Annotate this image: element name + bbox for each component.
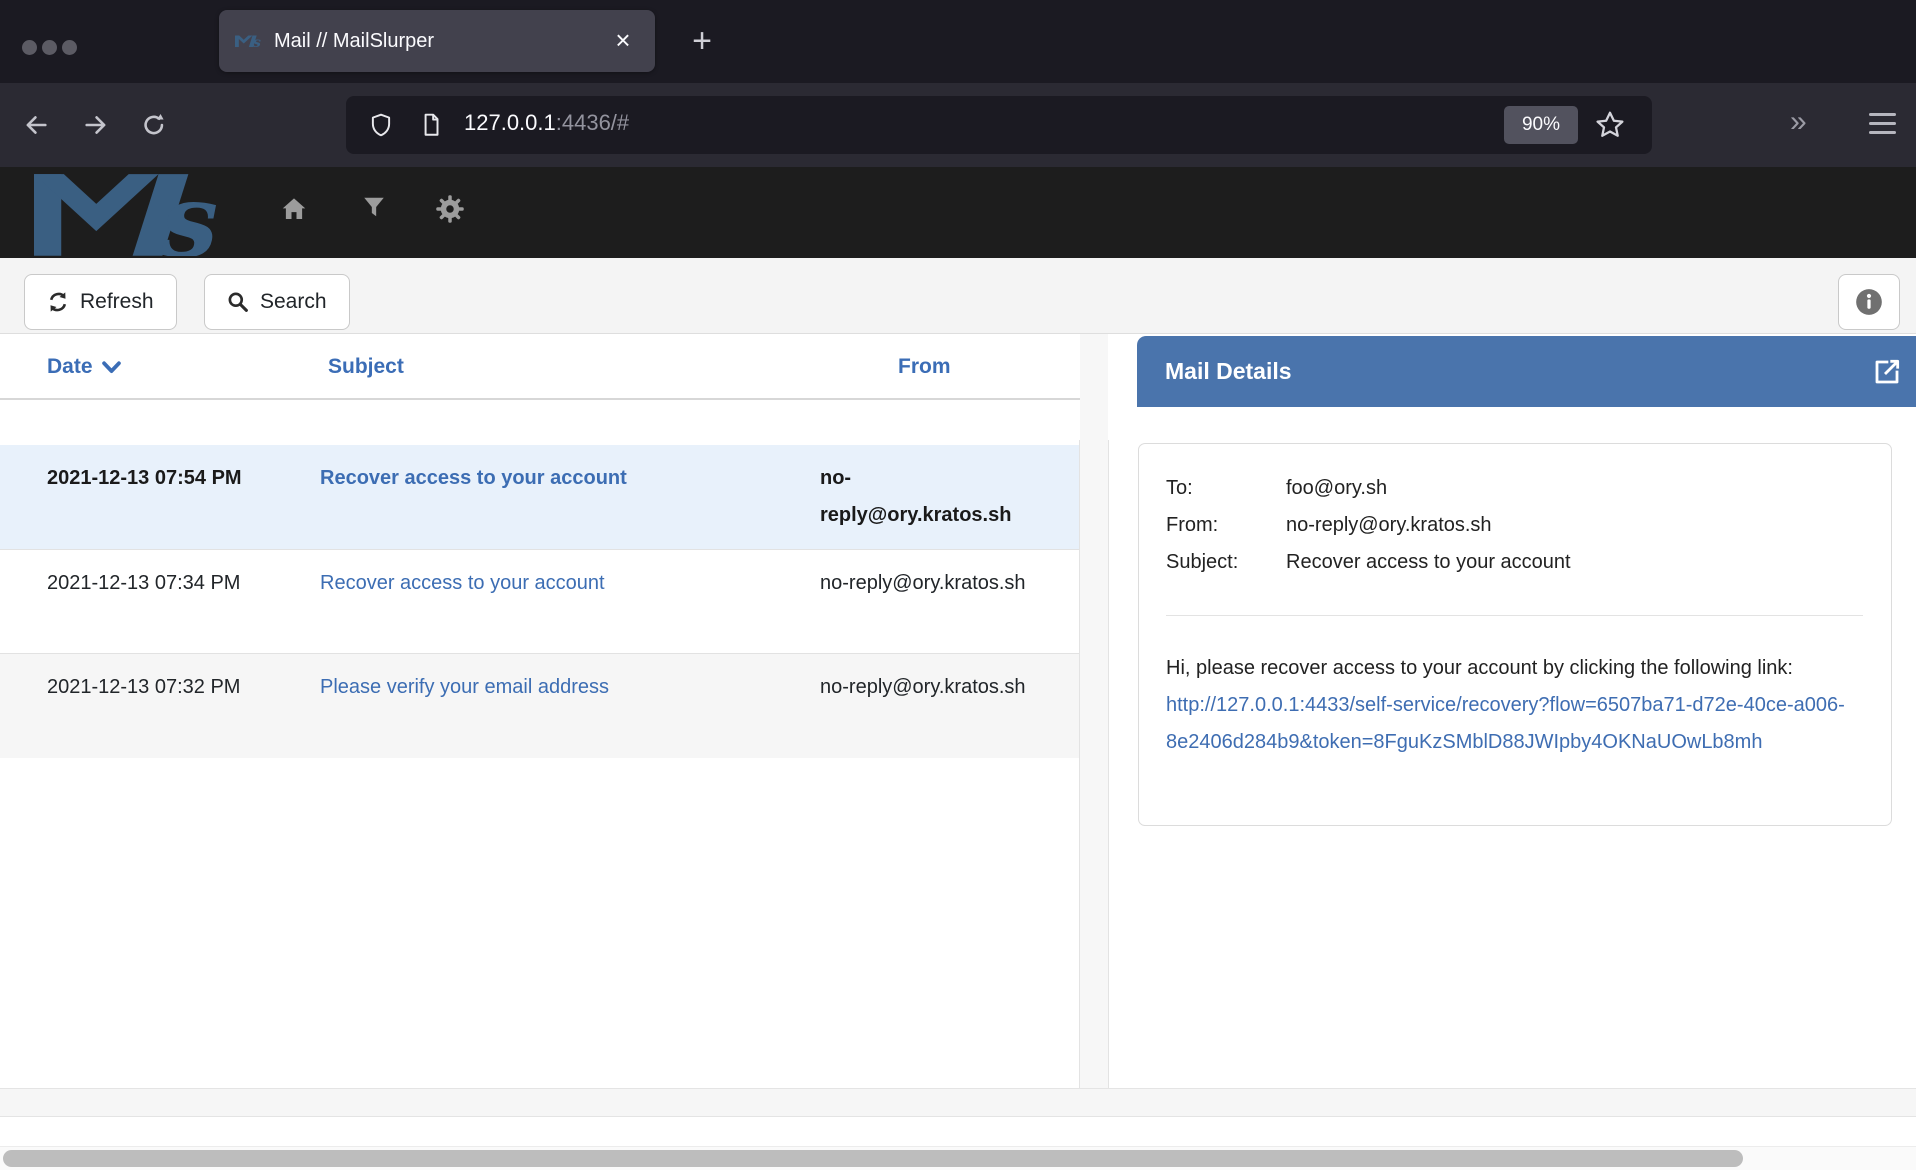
mail-details-panel: Mail Details To: foo@ory.sh From: no-rep… [1108, 334, 1916, 1088]
search-button[interactable]: Search [204, 274, 350, 330]
svg-text:s: s [253, 35, 261, 48]
info-button[interactable] [1838, 274, 1900, 330]
bottom-spacer [0, 1117, 1916, 1146]
window-controls[interactable] [22, 40, 77, 55]
main-content: Date Subject From 2021-12-13 07:54 PM Re… [0, 334, 1916, 1170]
sort-chevron-down-icon [102, 361, 121, 374]
external-link-icon[interactable] [1871, 356, 1903, 388]
search-label: Search [260, 290, 327, 314]
mail-list-panel: Date Subject From 2021-12-13 07:54 PM Re… [0, 334, 1080, 1088]
browser-nav-bar: 127.0.0.1:4436/# 90% » [0, 83, 1916, 167]
mail-body-text: Hi, please recover access to your accoun… [1166, 657, 1793, 679]
bottom-strip [0, 1088, 1916, 1117]
mailslurper-favicon-icon: s [235, 34, 262, 48]
mail-row[interactable]: 2021-12-13 07:32 PM Please verify your e… [0, 654, 1080, 758]
refresh-icon [47, 291, 69, 313]
forward-icon[interactable] [82, 111, 110, 139]
bookmark-star-icon[interactable] [1594, 109, 1626, 141]
zoom-level-badge[interactable]: 90% [1504, 106, 1578, 144]
recovery-link[interactable]: http://127.0.0.1:4433/self-service/recov… [1166, 694, 1845, 753]
column-header-subject[interactable]: Subject [328, 355, 404, 379]
browser-tab[interactable]: s Mail // MailSlurper × [219, 10, 655, 72]
mail-row[interactable]: 2021-12-13 07:54 PM Recover access to yo… [0, 445, 1080, 550]
mail-details-title: Mail Details [1137, 336, 1916, 407]
new-tab-button[interactable]: + [682, 20, 722, 64]
action-toolbar: Refresh Search [0, 258, 1916, 334]
reload-icon[interactable] [140, 111, 168, 139]
mail-from: no-reply@ory.kratos.sh [820, 669, 1038, 743]
browser-tab-bar: s Mail // MailSlurper × + [0, 0, 1916, 83]
field-value-subject: Recover access to your account [1286, 544, 1863, 581]
mail-subject-link[interactable]: Please verify your email address [320, 676, 609, 698]
tab-title: Mail // MailSlurper [274, 30, 434, 53]
toolbar-overflow-icon[interactable]: » [1790, 105, 1807, 139]
mail-row[interactable]: 2021-12-13 07:34 PM Recover access to yo… [0, 550, 1080, 654]
back-icon[interactable] [22, 111, 50, 139]
mail-date: 2021-12-13 07:32 PM [47, 669, 252, 743]
tab-close-button[interactable]: × [607, 24, 639, 56]
horizontal-scrollbar-thumb[interactable] [3, 1150, 1743, 1167]
mail-list-header: Date Subject From [0, 334, 1080, 400]
mail-subject-link[interactable]: Recover access to your account [320, 572, 605, 594]
mailslurper-logo: s [34, 170, 226, 256]
home-icon[interactable] [279, 194, 309, 224]
field-label-from: From: [1166, 507, 1286, 544]
url-host: 127.0.0.1 [464, 110, 556, 135]
field-value-to: foo@ory.sh [1286, 470, 1863, 507]
gear-icon[interactable] [435, 194, 465, 224]
mail-details-card: To: foo@ory.sh From: no-reply@ory.kratos… [1138, 443, 1892, 826]
mail-from: no-reply@ory.kratos.sh [820, 460, 1038, 534]
panel-divider [1108, 440, 1109, 1088]
mailslurper-header: s [0, 167, 1916, 258]
field-label-subject: Subject: [1166, 544, 1286, 581]
window-dot[interactable] [22, 40, 37, 55]
window-dot[interactable] [42, 40, 57, 55]
refresh-label: Refresh [80, 290, 154, 314]
column-header-date[interactable]: Date [47, 355, 121, 379]
window-dot[interactable] [62, 40, 77, 55]
svg-text:s: s [160, 170, 218, 256]
mail-from: no-reply@ory.kratos.sh [820, 565, 1038, 638]
shield-icon[interactable] [368, 112, 394, 138]
mail-date: 2021-12-13 07:54 PM [47, 460, 252, 534]
mail-rows: 2021-12-13 07:54 PM Recover access to yo… [0, 445, 1080, 758]
horizontal-scrollbar[interactable] [0, 1146, 1916, 1170]
menu-icon[interactable] [1869, 113, 1896, 134]
refresh-button[interactable]: Refresh [24, 274, 177, 330]
page-info-icon[interactable] [418, 112, 444, 138]
url-text[interactable]: 127.0.0.1:4436/# [464, 110, 629, 136]
url-bar[interactable]: 127.0.0.1:4436/# 90% [346, 96, 1652, 154]
mail-body: Hi, please recover access to your accoun… [1166, 650, 1863, 761]
field-value-from: no-reply@ory.kratos.sh [1286, 507, 1863, 544]
filter-icon[interactable] [361, 194, 387, 220]
mail-details-header: Mail Details [1137, 336, 1916, 407]
search-icon [227, 291, 249, 313]
column-header-from[interactable]: From [898, 355, 951, 379]
mail-subject-link[interactable]: Recover access to your account [320, 467, 627, 489]
mail-date: 2021-12-13 07:34 PM [47, 565, 252, 638]
panel-divider [1079, 440, 1080, 1088]
card-divider [1166, 615, 1863, 616]
url-path: :4436/# [556, 110, 629, 135]
field-label-to: To: [1166, 470, 1286, 507]
info-icon [1855, 288, 1883, 316]
